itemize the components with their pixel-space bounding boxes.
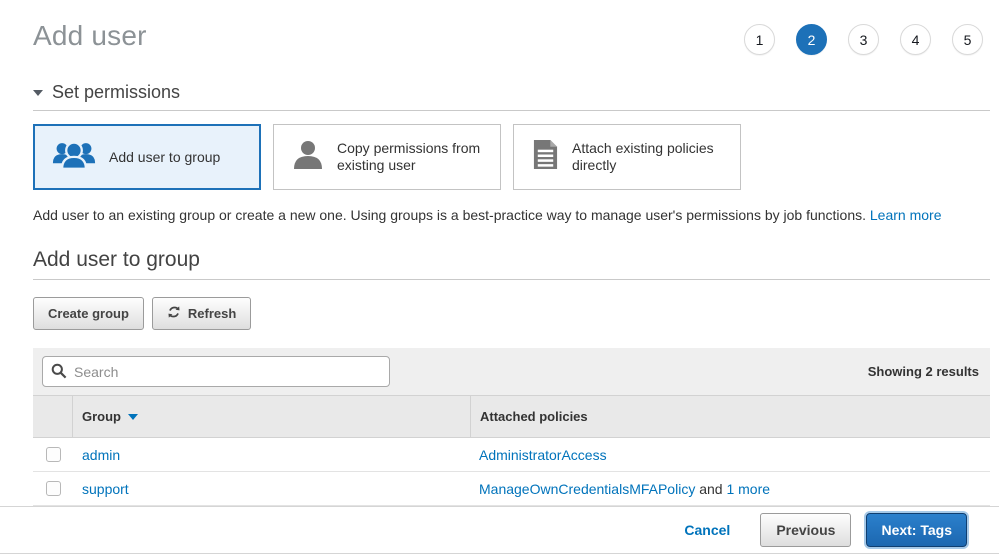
step-5[interactable]: 5 [952, 24, 983, 55]
refresh-label: Refresh [188, 306, 236, 321]
section-description: Add user to an existing group or create … [33, 207, 990, 223]
policies-cell: ManageOwnCredentialsMFAPolicy and 1 more [470, 472, 990, 505]
card-label: Attach existing policies directly [572, 140, 732, 174]
card-label: Add user to group [109, 149, 220, 166]
policies-join-text: and [695, 481, 726, 497]
step-2-active[interactable]: 2 [796, 24, 827, 55]
page-title: Add user [33, 20, 147, 52]
set-permissions-header[interactable]: Set permissions [33, 82, 990, 103]
description-text: Add user to an existing group or create … [33, 207, 870, 223]
previous-button[interactable]: Previous [760, 513, 851, 547]
group-cell: admin [73, 438, 470, 471]
previous-label: Previous [776, 522, 835, 538]
card-add-user-to-group[interactable]: Add user to group [33, 124, 261, 190]
table-row-support: support ManageOwnCredentialsMFAPolicy an… [33, 472, 990, 506]
more-policies-link[interactable]: 1 more [726, 481, 770, 497]
row-checkbox-cell [33, 472, 73, 505]
column-header-attached-policies: Attached policies [470, 396, 990, 437]
document-icon [532, 139, 559, 175]
row-checkbox[interactable] [46, 447, 61, 462]
user-icon [292, 139, 324, 176]
card-attach-policies[interactable]: Attach existing policies directly [513, 124, 741, 190]
group-cell: support [73, 472, 470, 505]
row-checkbox[interactable] [46, 481, 61, 496]
table-header-row: Group Attached policies [33, 395, 990, 438]
table-filter-band: Showing 2 results [33, 348, 990, 395]
create-group-label: Create group [48, 306, 129, 321]
refresh-icon [167, 305, 181, 322]
row-checkbox-cell [33, 438, 73, 471]
card-label: Copy permissions from existing user [337, 140, 492, 174]
divider [33, 279, 990, 280]
wizard-footer: Cancel Previous Next: Tags [0, 506, 999, 554]
user-group-icon [52, 139, 96, 176]
group-link[interactable]: support [82, 481, 129, 497]
sort-descending-icon [128, 414, 138, 420]
main-content: Set permissions Add user to group [33, 82, 990, 506]
add-user-page: Add user 1 2 3 4 5 Set permissions [0, 0, 999, 557]
divider [33, 110, 990, 111]
page-header: Add user 1 2 3 4 5 [0, 0, 999, 55]
groups-table: Showing 2 results Group Attached policie… [33, 348, 990, 506]
policy-link[interactable]: AdministratorAccess [479, 447, 607, 463]
cancel-button[interactable]: Cancel [684, 522, 730, 538]
step-indicator: 1 2 3 4 5 [744, 24, 983, 55]
group-toolbar: Create group Refresh [33, 297, 990, 330]
search-box [42, 356, 390, 387]
next-tags-label: Next: Tags [881, 522, 952, 538]
refresh-button[interactable]: Refresh [152, 297, 251, 330]
card-copy-permissions[interactable]: Copy permissions from existing user [273, 124, 501, 190]
policies-cell: AdministratorAccess [470, 438, 990, 471]
step-3[interactable]: 3 [848, 24, 879, 55]
search-icon [51, 363, 67, 384]
set-permissions-label: Set permissions [52, 82, 180, 103]
group-column-label: Group [82, 409, 121, 424]
column-header-group[interactable]: Group [73, 396, 470, 437]
create-group-button[interactable]: Create group [33, 297, 144, 330]
next-tags-button[interactable]: Next: Tags [866, 513, 967, 547]
policy-link[interactable]: ManageOwnCredentialsMFAPolicy [479, 481, 695, 497]
results-count: Showing 2 results [868, 364, 980, 379]
step-4[interactable]: 4 [900, 24, 931, 55]
group-section-title: Add user to group [33, 248, 990, 272]
policies-column-label: Attached policies [480, 409, 588, 424]
permission-option-cards: Add user to group Copy permissions from … [33, 124, 990, 190]
table-row-admin: admin AdministratorAccess [33, 438, 990, 472]
chevron-down-icon [33, 90, 43, 96]
group-link[interactable]: admin [82, 447, 120, 463]
learn-more-link[interactable]: Learn more [870, 207, 942, 223]
header-checkbox-cell [33, 396, 73, 437]
search-input[interactable] [42, 356, 390, 387]
step-1[interactable]: 1 [744, 24, 775, 55]
